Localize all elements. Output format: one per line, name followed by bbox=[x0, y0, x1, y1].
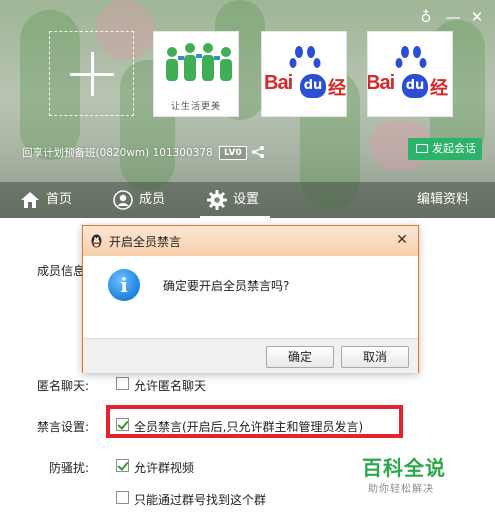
dialog-footer: 确定 取消 bbox=[83, 338, 418, 373]
brand-text: Bai bbox=[367, 72, 395, 94]
tab-members-label: 成员 bbox=[139, 192, 166, 207]
group-photo-thumbnail[interactable]: 让生活更美 bbox=[153, 31, 239, 117]
paw-icon bbox=[395, 46, 427, 68]
tab-members[interactable]: 成员 bbox=[113, 182, 183, 218]
group-info: 回享计划预备班(0820wm) 101300378 bbox=[22, 145, 213, 160]
dialog-close-icon[interactable]: ✕ bbox=[394, 232, 410, 248]
mute-label: 禁言设置: bbox=[37, 420, 90, 434]
level-badge: LV0 bbox=[219, 146, 247, 160]
thumbnail-caption: 让生活更美 bbox=[170, 102, 221, 112]
tab-bar: 首页 成员 设置 编辑资料 bbox=[0, 182, 495, 218]
start-chat-button[interactable]: 发起会话 bbox=[408, 138, 482, 160]
edit-profile-link[interactable]: 编辑资料 bbox=[417, 182, 487, 218]
brand-suffix: 经 bbox=[328, 78, 346, 99]
dialog-message: 确定要开启全员禁言吗? bbox=[163, 279, 290, 293]
dialog-title-bar: 开启全员禁言 ✕ bbox=[83, 226, 418, 256]
anonymous-option: 允许匿名聊天 bbox=[134, 379, 207, 393]
edit-profile-label: 编辑资料 bbox=[417, 192, 470, 207]
paw-icon bbox=[289, 46, 321, 68]
tab-home-label: 首页 bbox=[46, 192, 73, 207]
search-by-id-option: 只能通过群号找到这个群 bbox=[134, 493, 267, 507]
chat-icon bbox=[416, 144, 428, 153]
share-icon[interactable] bbox=[251, 145, 265, 159]
tab-settings[interactable]: 设置 bbox=[207, 182, 277, 218]
skin-icon[interactable]: ♁ bbox=[417, 8, 435, 26]
anonymous-checkbox[interactable] bbox=[116, 377, 129, 390]
close-icon[interactable]: ✕ bbox=[468, 8, 486, 26]
info-icon: i bbox=[108, 269, 140, 301]
anti-harass-label: 防骚扰: bbox=[49, 461, 90, 475]
group-name: 回享计划预备班(0820wm) bbox=[22, 147, 150, 159]
group-header: ♁ — ✕ 让生活更美 Bai du 经 Bai du 经 回享计划预备班(08… bbox=[0, 0, 495, 218]
highlight-box bbox=[106, 405, 403, 438]
brand-suffix: 经 bbox=[430, 78, 448, 99]
brand-du: du bbox=[402, 74, 428, 98]
home-icon bbox=[21, 192, 39, 208]
user-icon bbox=[113, 190, 133, 210]
group-photo-thumbnail[interactable]: Bai du 经 bbox=[261, 31, 347, 117]
watermark-subtitle: 助你轻松解决 bbox=[368, 484, 434, 495]
member-info-label: 成员信息 bbox=[37, 264, 86, 278]
penguin-icon bbox=[91, 234, 102, 248]
add-photo-button[interactable] bbox=[49, 31, 134, 116]
anonymous-label: 匿名聊天: bbox=[37, 379, 90, 393]
watermark-title: 百科全说 bbox=[362, 456, 446, 480]
group-video-option: 允许群视频 bbox=[134, 461, 195, 475]
brand-text: Bai bbox=[264, 72, 293, 94]
confirm-button[interactable]: 确定 bbox=[266, 346, 334, 368]
people-logo-icon bbox=[166, 43, 232, 81]
gear-icon bbox=[207, 190, 227, 210]
group-id: 101300378 bbox=[152, 147, 213, 159]
dialog-body: i 确定要开启全员禁言吗? bbox=[83, 256, 418, 338]
minimize-icon[interactable]: — bbox=[444, 8, 462, 26]
dialog-title: 开启全员禁言 bbox=[109, 235, 182, 249]
brand-du: du bbox=[300, 74, 326, 98]
group-video-checkbox[interactable] bbox=[116, 459, 129, 472]
search-by-id-checkbox[interactable] bbox=[116, 491, 129, 504]
confirm-dialog: 开启全员禁言 ✕ i 确定要开启全员禁言吗? 确定 取消 bbox=[82, 225, 419, 373]
tab-home[interactable]: 首页 bbox=[20, 182, 90, 218]
cancel-button[interactable]: 取消 bbox=[341, 346, 409, 368]
group-photo-thumbnail[interactable]: Bai du 经 bbox=[367, 31, 453, 117]
tab-settings-label: 设置 bbox=[233, 192, 260, 207]
active-tab-indicator bbox=[200, 216, 270, 218]
start-chat-label: 发起会话 bbox=[432, 142, 476, 155]
